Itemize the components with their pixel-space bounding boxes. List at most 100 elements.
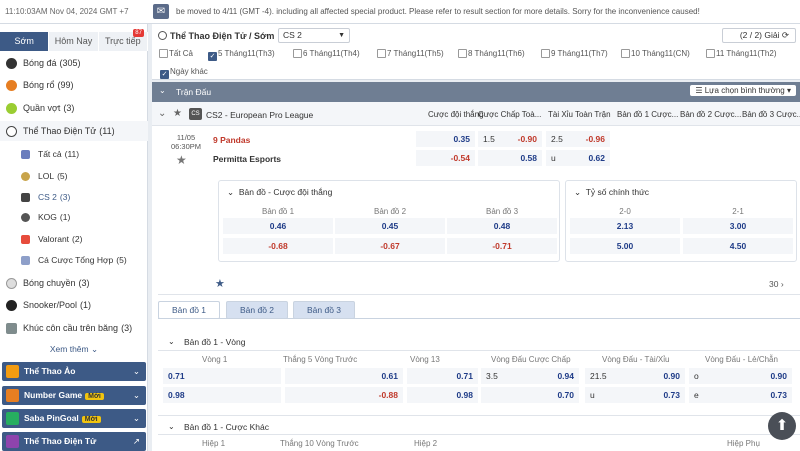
sidebar-item-soccer[interactable]: Bóng đá (305) (0, 53, 148, 73)
odd-score-2-1-away[interactable]: 4.50 (683, 238, 793, 254)
col-round-handicap: Vòng Đấu Cược Chấp (491, 355, 571, 364)
date-filter-9[interactable]: 9 Tháng11(Th7) (541, 48, 608, 59)
odd-score-2-1-home[interactable]: 3.00 (683, 218, 793, 234)
sidebar-item-volleyball[interactable]: Bóng chuyền (3) (0, 273, 148, 293)
odd-round1-away[interactable]: 0.98 (163, 387, 281, 403)
tab-live[interactable]: Trực tiếp 87 (98, 29, 148, 51)
star-icon[interactable]: ★ (215, 277, 225, 290)
odd-value: -0.96 (585, 134, 605, 144)
odd-handicap-away[interactable]: 0.58 (478, 150, 542, 166)
odd-value: 0.70 (557, 390, 574, 400)
sidebar-item-label: Tất cả (38, 149, 62, 159)
sidebar-sub-valorant[interactable]: Valorant (2) (0, 229, 148, 249)
sidebar-sub-lol[interactable]: LOL (5) (0, 166, 148, 186)
odd-round13-home[interactable]: 0.71 (407, 368, 478, 384)
odd-under[interactable]: u 0.62 (546, 150, 610, 166)
game-select[interactable]: CS 2 ▼ (278, 28, 350, 43)
date-filter-5[interactable]: ✓ 5 Tháng11(Th3) (208, 48, 275, 61)
kog-icon (21, 213, 30, 222)
even-label: e (694, 390, 699, 400)
sidebar-sub-cs2[interactable]: CS 2 (3) (0, 187, 148, 207)
sort-select-value: Lựa chọn bình thường (704, 86, 785, 95)
tab-early[interactable]: Sớm (0, 32, 50, 51)
star-icon[interactable]: ★ (173, 108, 182, 119)
date-filter-8[interactable]: 8 Tháng11(Th6) (458, 48, 525, 59)
checkbox-icon (621, 49, 630, 58)
sidebar-item-tennis[interactable]: Quần vợt (3) (0, 98, 148, 118)
group-map1-other[interactable]: ⌄ Bản đồ 1 - Cược Khác (158, 415, 800, 435)
panel-title[interactable]: ⌄ Bản đồ - Cược đội thắng (227, 187, 332, 198)
date-filter-all[interactable]: Tất Cả (159, 48, 193, 59)
date-filter-label: 9 Tháng11(Th7) (551, 49, 608, 58)
announcement-ticker[interactable]: be moved to 4/11 (GMT -4). including all… (176, 7, 700, 16)
sidebar-sub-all[interactable]: Tất cả (11) (0, 144, 148, 164)
odd-round-hcp-away[interactable]: 0.70 (481, 387, 579, 403)
date-filter-other[interactable]: ✓ Ngày khác (160, 66, 208, 79)
league-pager[interactable]: (2 / 2) Giải ⟳ (722, 28, 796, 43)
team-home: 9 Pandas (213, 135, 251, 145)
promo-saba-pingoal[interactable]: Saba PinGoal Mới ⌄ (2, 409, 146, 428)
col-map3: Bản đồ 3 Cược... (742, 110, 800, 119)
odd-score-2-0-home[interactable]: 2.13 (570, 218, 680, 234)
tab-today[interactable]: Hôm Nay (49, 32, 99, 51)
lol-icon (21, 172, 30, 181)
date-filter-10[interactable]: 10 Tháng11(CN) (621, 48, 690, 59)
chevron-down-icon[interactable]: ⌄ (158, 108, 166, 119)
promo-number-game[interactable]: Number Game Mới ⌄ (2, 386, 146, 405)
odd-round-odd[interactable]: o 0.90 (689, 368, 792, 384)
odd-score-2-0-away[interactable]: 5.00 (570, 238, 680, 254)
odd-round-over[interactable]: 21.5 0.90 (585, 368, 685, 384)
tab-map2[interactable]: Bản đồ 2 (226, 301, 288, 319)
panel-map-winner: ⌄ Bản đồ - Cược đội thắng Bản đồ 1 Bản đ… (218, 180, 560, 262)
star-icon[interactable]: ★ (176, 153, 187, 167)
odd-round-even[interactable]: e 0.73 (689, 387, 792, 403)
sidebar-item-basketball[interactable]: Bóng rổ (99) (0, 75, 148, 95)
tab-map3[interactable]: Bản đồ 3 (293, 301, 355, 319)
show-more-link[interactable]: Xem thêm ⌄ (0, 344, 148, 355)
sidebar-sub-combo[interactable]: Cá Cược Tổng Hợp (5) (0, 250, 148, 270)
arrow-up-icon: ⬆ (775, 417, 789, 434)
sidebar-item-esports[interactable]: Thể Thao Điện Tử (11) (0, 121, 148, 141)
odd-map2-away[interactable]: -0.67 (335, 238, 445, 254)
odd-moneyline-home[interactable]: 0.35 (416, 131, 475, 147)
odd-map1-away[interactable]: -0.68 (223, 238, 333, 254)
odd-round13-away[interactable]: 0.98 (407, 387, 478, 403)
section-bar[interactable]: ⌄ Trận Đấu ☰ Lựa chọn bình thường ▾ (152, 82, 800, 102)
more-bets-count[interactable]: 30 › (769, 279, 784, 289)
odd-first5-home[interactable]: 0.61 (285, 368, 403, 384)
league-name[interactable]: CS2 - European Pro League (206, 110, 313, 120)
sort-select[interactable]: ☰ Lựa chọn bình thường ▾ (690, 85, 796, 96)
sidebar-item-snooker[interactable]: Snooker/Pool (1) (0, 295, 148, 315)
message-icon[interactable]: ✉ (153, 4, 169, 19)
odd-value: 0.62 (588, 153, 605, 163)
sidebar-sub-kog[interactable]: KOG (1) (0, 207, 148, 227)
cs2-icon (21, 193, 30, 202)
col-handicap: Cược Chấp Toà... (478, 110, 542, 119)
date-filter-6[interactable]: 6 Tháng11(Th4) (293, 48, 360, 59)
odd-round-under[interactable]: u 0.73 (585, 387, 685, 403)
odd-round-hcp-home[interactable]: 3.5 0.94 (481, 368, 579, 384)
odd-map3-away[interactable]: -0.71 (447, 238, 557, 254)
odd-map3-home[interactable]: 0.48 (447, 218, 557, 234)
panel-title[interactable]: ⌄ Tỷ số chính thức (574, 187, 649, 198)
sidebar-item-icehockey[interactable]: Khúc côn cầu trên băng (3) (0, 318, 148, 338)
col-first5: Thắng 5 Vòng Trước (283, 355, 358, 364)
sidebar-item-label: Khúc côn cầu trên băng (23, 323, 119, 333)
promo-virtual-sports[interactable]: Thể Thao Ảo ⌄ (2, 362, 146, 381)
date-filter-11[interactable]: 11 Tháng11(Th2) (706, 48, 776, 59)
odd-map2-home[interactable]: 0.45 (335, 218, 445, 234)
odd-moneyline-away[interactable]: -0.54 (416, 150, 475, 166)
promo-esports[interactable]: Thể Thao Điện Tử ↗ (2, 432, 146, 451)
odd-handicap-home[interactable]: 1.5 -0.90 (478, 131, 542, 147)
group-map1-rounds[interactable]: ⌄ Bản đồ 1 - Vòng (158, 331, 800, 351)
odd-map1-home[interactable]: 0.46 (223, 218, 333, 234)
tab-map1[interactable]: Bản đồ 1 (158, 301, 220, 319)
col-half2: Hiệp 2 (414, 439, 438, 448)
date-filter-7[interactable]: 7 Tháng11(Th5) (377, 48, 444, 59)
odd-first5-away[interactable]: -0.88 (285, 387, 403, 403)
col-first10: Thắng 10 Vòng Trước (280, 439, 359, 448)
scroll-to-top-button[interactable]: ⬆ (768, 412, 796, 440)
odd-over[interactable]: 2.5 -0.96 (546, 131, 610, 147)
odd-value: 0.71 (168, 371, 185, 381)
odd-round1-home[interactable]: 0.71 (163, 368, 281, 384)
